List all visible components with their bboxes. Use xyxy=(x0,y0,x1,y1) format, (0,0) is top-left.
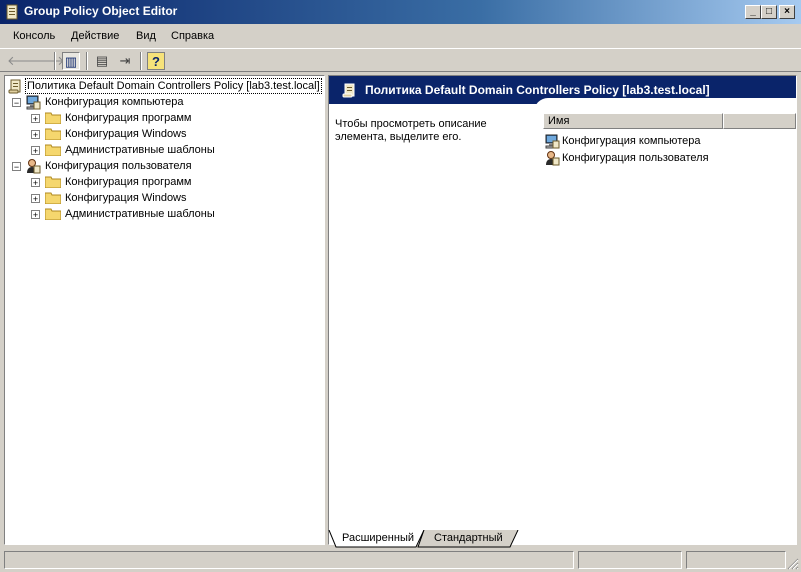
menu-view[interactable]: Вид xyxy=(136,30,156,42)
folder-icon xyxy=(45,128,61,140)
title-bar[interactable]: Group Policy Object Editor _ □ × xyxy=(0,0,801,24)
tree-pane[interactable]: Политика Default Domain Controllers Poli… xyxy=(4,75,325,545)
view-tabs: Расширенный Стандартный xyxy=(328,530,797,548)
details-pane: Политика Default Domain Controllers Poli… xyxy=(328,75,797,545)
tree-item-label: Конфигурация Windows xyxy=(65,128,187,140)
menu-action[interactable]: Действие xyxy=(71,30,119,42)
forward-arrow-icon[interactable]: 🡒 xyxy=(30,52,65,70)
expand-icon[interactable]: + xyxy=(31,178,40,188)
header-curve xyxy=(534,98,796,112)
tree-item-label: Административные шаблоны xyxy=(65,208,215,220)
back-arrow-icon[interactable]: 🡐 xyxy=(7,52,42,70)
computer-icon xyxy=(545,134,560,149)
expand-icon[interactable]: + xyxy=(31,114,40,124)
tree-item-label: Конфигурация Windows xyxy=(65,192,187,204)
tab-extended[interactable]: Расширенный xyxy=(342,530,414,547)
close-button[interactable]: × xyxy=(779,5,795,19)
properties-icon[interactable]: ▤ xyxy=(93,52,111,70)
menu-bar: Консоль Действие Вид Справка xyxy=(0,26,801,46)
list-header: Имя xyxy=(543,113,796,129)
details-header-title: Политика Default Domain Controllers Poli… xyxy=(365,83,710,97)
status-panel-main xyxy=(4,551,574,569)
user-icon xyxy=(27,159,41,174)
folder-icon xyxy=(45,144,61,156)
toolbar-separator xyxy=(86,52,88,70)
tree-item-label: Конфигурация пользователя xyxy=(45,160,192,172)
folder-icon xyxy=(45,176,61,188)
expand-icon[interactable]: + xyxy=(31,194,40,204)
tree-item-label: Административные шаблоны xyxy=(65,144,215,156)
tab-standard[interactable]: Стандартный xyxy=(434,530,503,547)
computer-icon xyxy=(26,95,41,110)
toolbar-separator xyxy=(140,52,142,70)
collapse-icon[interactable]: − xyxy=(12,162,21,172)
policy-scroll-icon xyxy=(342,83,355,98)
list-item-label: Конфигурация пользователя xyxy=(562,152,709,164)
user-icon xyxy=(546,151,560,166)
resize-grip-icon[interactable] xyxy=(786,557,799,570)
description-text: Чтобы просмотреть описание элемента, выд… xyxy=(335,118,487,143)
expand-icon[interactable]: + xyxy=(31,130,40,140)
toolbar: 🡐 🡒 ▥ ▤ ⇥ ? xyxy=(0,48,801,72)
menu-help[interactable]: Справка xyxy=(171,30,214,42)
status-panel-3 xyxy=(686,551,786,569)
expand-icon[interactable]: + xyxy=(31,210,40,220)
status-panel-2 xyxy=(578,551,682,569)
column-name-header[interactable]: Имя xyxy=(543,113,723,129)
tree-item-label: Конфигурация компьютера xyxy=(45,96,184,108)
folder-icon xyxy=(45,208,61,220)
tree-item-label: Конфигурация программ xyxy=(65,176,192,188)
show-hide-tree-icon[interactable]: ▥ xyxy=(62,52,80,70)
tree-item-label: Конфигурация программ xyxy=(65,112,192,124)
toolbar-separator xyxy=(54,52,56,70)
menu-console[interactable]: Консоль xyxy=(13,30,55,42)
list-item-label: Конфигурация компьютера xyxy=(562,135,701,147)
tree-root-label: Политика Default Domain Controllers Poli… xyxy=(25,78,322,94)
folder-icon xyxy=(45,112,61,124)
status-bar xyxy=(0,549,801,572)
collapse-icon[interactable]: − xyxy=(12,98,21,108)
expand-icon[interactable]: + xyxy=(31,146,40,156)
folder-icon xyxy=(45,192,61,204)
maximize-button[interactable]: □ xyxy=(761,5,777,19)
column-empty-header[interactable] xyxy=(723,113,796,129)
help-icon[interactable]: ? xyxy=(147,52,165,70)
group-policy-icon xyxy=(6,4,18,20)
policy-scroll-icon xyxy=(8,79,21,94)
export-list-icon[interactable]: ⇥ xyxy=(116,52,134,70)
window-title: Group Policy Object Editor xyxy=(24,4,178,18)
minimize-button[interactable]: _ xyxy=(745,5,761,19)
